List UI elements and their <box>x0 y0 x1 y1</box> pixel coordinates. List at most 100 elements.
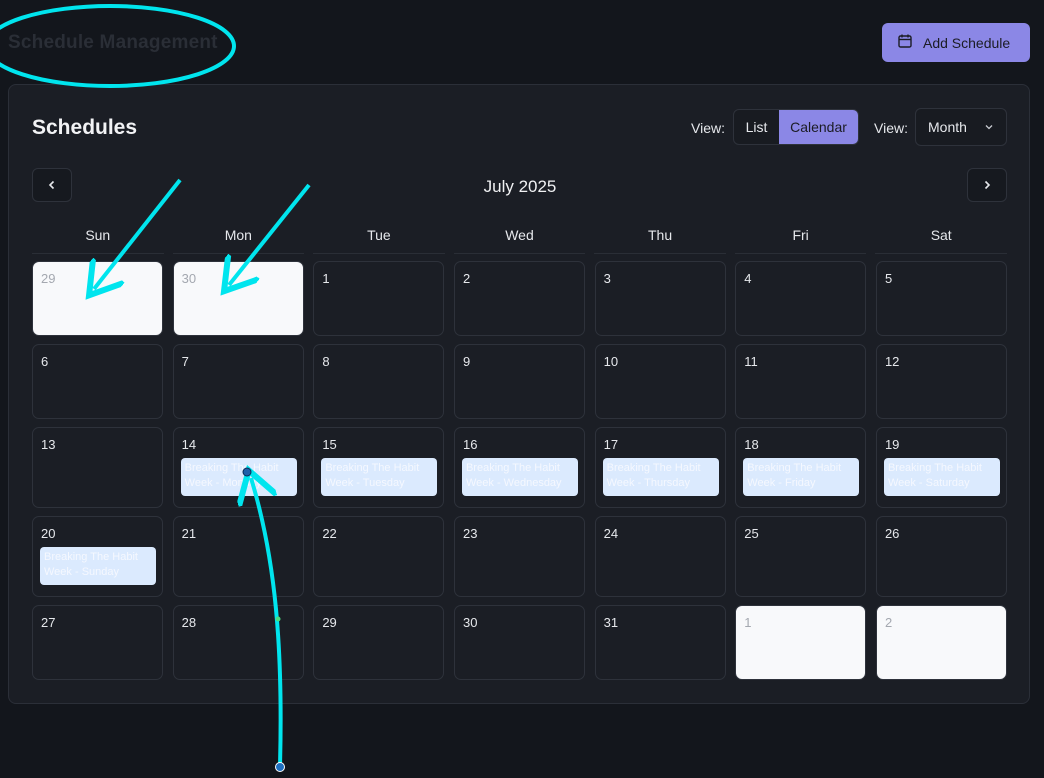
day-number: 17 <box>603 437 619 452</box>
day-cell[interactable]: 15 Breaking The Habit Week - Tuesday <box>313 427 445 508</box>
day-number: 16 <box>462 437 478 452</box>
day-cell[interactable]: 23 <box>453 516 585 597</box>
page-title: Schedule Management <box>8 32 218 53</box>
weekday-header: Sun Mon Tue Wed Thu Fri Sat <box>32 218 1007 254</box>
day-cell[interactable]: 27 <box>32 605 163 680</box>
day-number: 30 <box>181 271 197 286</box>
day-cell[interactable]: 22 <box>313 516 445 597</box>
day-number: 19 <box>884 437 900 452</box>
day-cell[interactable]: 30 <box>172 261 304 336</box>
day-number: 23 <box>462 526 478 541</box>
day-cell[interactable]: 19 Breaking The Habit Week - Saturday <box>875 427 1007 508</box>
day-number: 26 <box>884 526 900 541</box>
weekday-tue: Tue <box>313 218 445 254</box>
day-cell[interactable]: 11 <box>735 344 867 419</box>
day-number: 7 <box>181 354 189 369</box>
day-cell[interactable]: 16 Breaking The Habit Week - Wednesday <box>453 427 585 508</box>
weekday-thu: Thu <box>594 218 726 254</box>
day-cell[interactable]: 8 <box>313 344 445 419</box>
chevron-right-icon <box>984 180 991 190</box>
day-cell[interactable]: 20 Breaking The Habit Week - Sunday <box>32 516 163 597</box>
day-cell[interactable]: 1 <box>735 605 867 680</box>
day-cell[interactable]: 25 <box>735 516 867 597</box>
add-schedule-button[interactable]: Add Schedule <box>882 23 1030 62</box>
view-range-select[interactable]: Month <box>915 108 1007 146</box>
day-cell[interactable]: 13 <box>32 427 163 508</box>
day-cell[interactable]: 29 <box>313 605 445 680</box>
weekday-sun: Sun <box>32 218 164 254</box>
view-range-label: View: <box>874 120 908 136</box>
day-number: 21 <box>181 526 197 541</box>
day-number: 29 <box>322 615 337 630</box>
day-number: 10 <box>603 354 619 369</box>
day-cell[interactable]: 10 <box>594 344 726 419</box>
day-cell[interactable]: 28 <box>172 605 304 680</box>
day-cell[interactable]: 2 <box>453 261 585 336</box>
day-cell[interactable]: 14 Breaking The Habit Week - Monday <box>172 427 304 508</box>
day-number: 2 <box>884 615 893 630</box>
calendar-grid: 29 30 1 2 3 4 5 6 7 8 9 10 11 12 13 14 Br… <box>32 261 1007 680</box>
day-cell[interactable]: 18 Breaking The Habit Week - Friday <box>735 427 867 508</box>
day-number: 29 <box>41 271 56 286</box>
weekday-sat: Sat <box>875 218 1007 254</box>
day-cell[interactable]: 17 Breaking The Habit Week - Thursday <box>594 427 726 508</box>
day-cell[interactable]: 31 <box>594 605 726 680</box>
day-cell[interactable]: 29 <box>32 261 163 336</box>
card-title: Schedules <box>32 116 138 139</box>
day-number: 13 <box>41 437 56 452</box>
view-range-value: Month <box>928 119 967 135</box>
day-cell[interactable]: 9 <box>453 344 585 419</box>
day-number: 9 <box>462 354 471 369</box>
calendar-icon <box>897 33 913 52</box>
day-cell[interactable]: 30 <box>453 605 585 680</box>
chevron-down-icon <box>985 125 993 130</box>
day-number: 28 <box>181 615 197 630</box>
weekday-wed: Wed <box>453 218 586 254</box>
day-number: 11 <box>744 354 758 369</box>
day-number: 3 <box>603 271 611 286</box>
add-schedule-label: Add Schedule <box>923 34 1011 51</box>
day-number: 18 <box>744 437 759 452</box>
day-number: 8 <box>322 354 330 369</box>
day-cell[interactable]: 3 <box>594 261 726 336</box>
day-number: 27 <box>41 615 56 630</box>
day-cell[interactable]: 4 <box>735 261 867 336</box>
day-cell[interactable]: 12 <box>875 344 1007 419</box>
day-number: 20 <box>41 526 56 541</box>
list-view-button[interactable]: List <box>734 110 779 144</box>
day-number: 31 <box>603 615 619 630</box>
event-chip[interactable]: Breaking The Habit Week - Thursday <box>602 458 719 496</box>
event-chip[interactable]: Breaking The Habit Week - Monday <box>180 458 297 496</box>
annotation-dot <box>275 762 285 772</box>
event-chip[interactable]: Breaking The Habit Week - Tuesday <box>321 458 438 496</box>
day-cell[interactable]: 2 <box>875 605 1007 680</box>
event-chip[interactable]: Breaking The Habit Week - Friday <box>743 458 860 496</box>
day-number: 5 <box>884 271 893 286</box>
day-number: 15 <box>322 437 337 452</box>
weekday-fri: Fri <box>734 218 867 254</box>
day-number: 1 <box>744 615 752 630</box>
day-cell[interactable]: 21 <box>172 516 304 597</box>
weekday-mon: Mon <box>172 218 305 254</box>
day-number: 12 <box>884 354 900 369</box>
month-title: July 2025 <box>483 177 557 196</box>
day-cell[interactable]: 6 <box>32 344 163 419</box>
day-number: 22 <box>322 526 337 541</box>
day-cell[interactable]: 7 <box>172 344 304 419</box>
day-number: 1 <box>322 271 330 286</box>
day-cell[interactable]: 26 <box>875 516 1007 597</box>
day-number: 25 <box>744 526 759 541</box>
day-number: 14 <box>181 437 197 452</box>
view-mode-label: View: <box>691 120 725 136</box>
event-chip[interactable]: Breaking The Habit Week - Saturday <box>883 458 1000 496</box>
calendar-view-button[interactable]: Calendar <box>779 110 858 144</box>
day-number: 24 <box>603 526 619 541</box>
day-cell[interactable]: 5 <box>875 261 1007 336</box>
next-month-button[interactable] <box>967 168 1007 202</box>
event-chip[interactable]: Breaking The Habit Week - Sunday <box>40 547 156 585</box>
day-cell[interactable]: 24 <box>594 516 726 597</box>
day-number: 30 <box>462 615 478 630</box>
day-number: 2 <box>462 271 471 286</box>
day-cell[interactable]: 1 <box>313 261 445 336</box>
event-chip[interactable]: Breaking The Habit Week - Wednesday <box>461 458 578 496</box>
